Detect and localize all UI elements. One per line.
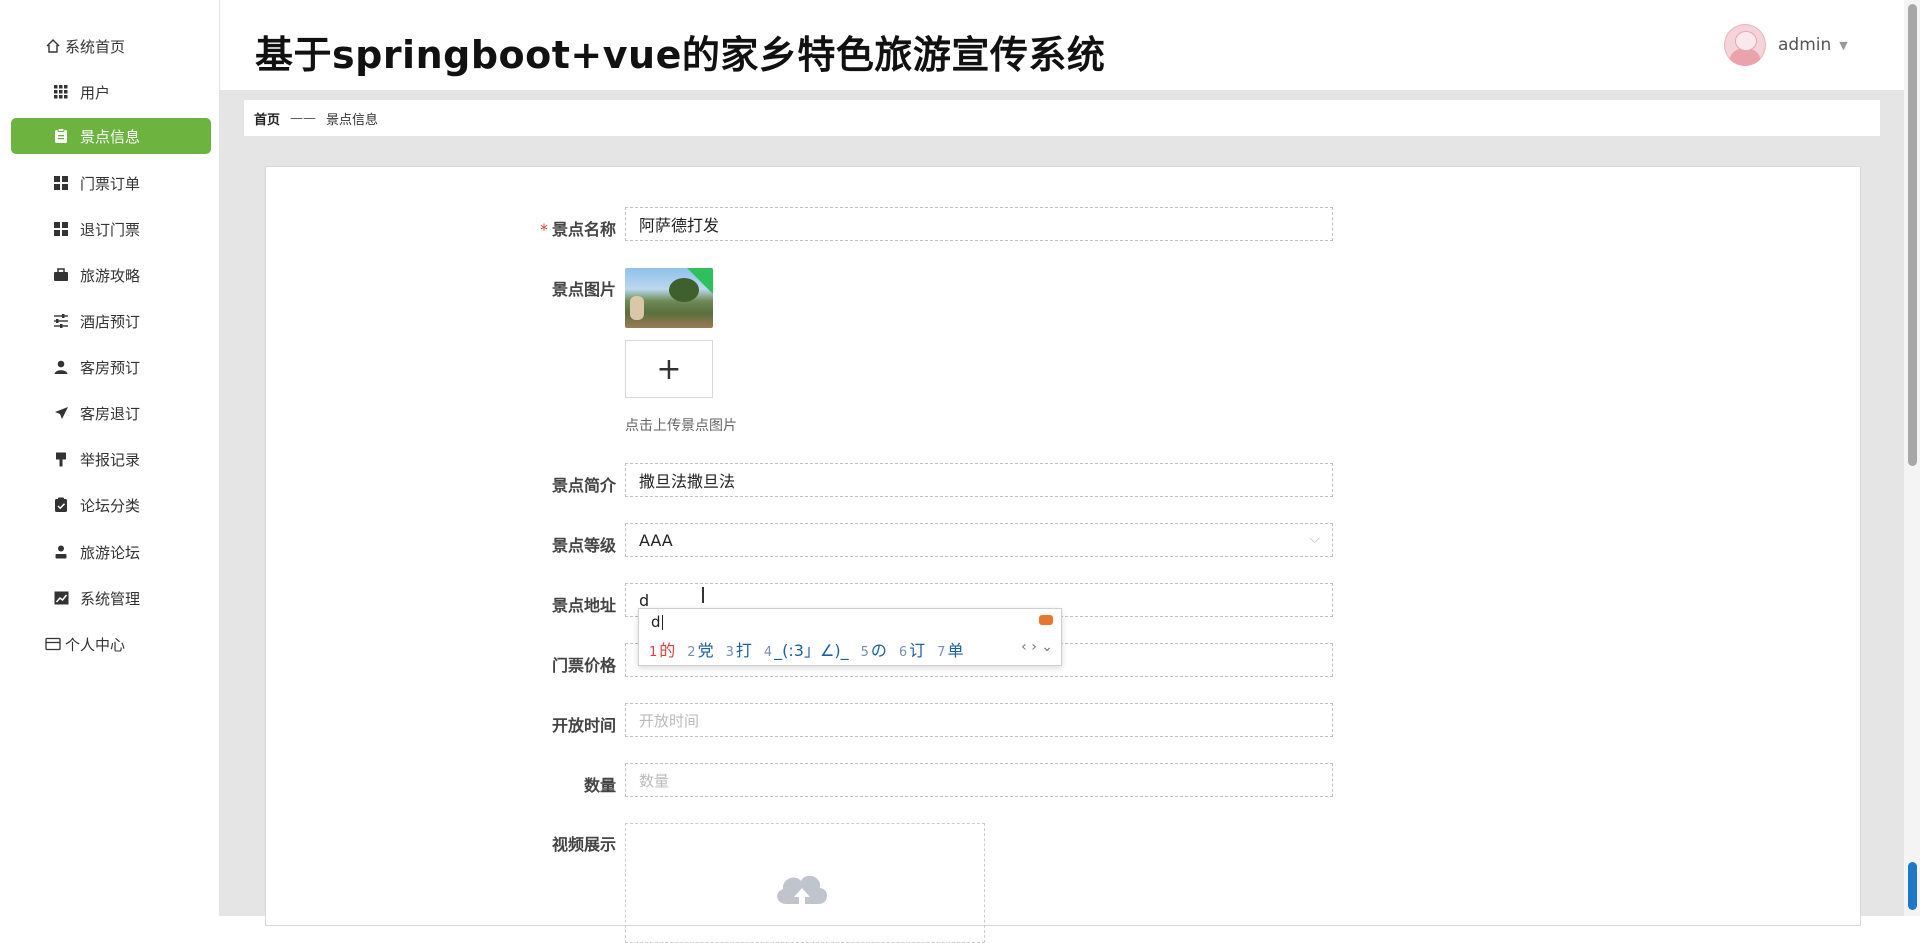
ime-candidate[interactable]: 6订	[899, 637, 925, 661]
breadcrumb-home[interactable]: 首页	[254, 109, 280, 128]
sidebar-item-label: 用户	[80, 83, 111, 102]
video-label: 视频展示	[551, 835, 616, 854]
ime-candidate[interactable]: 1的	[649, 637, 675, 661]
sidebar-item-room-refund[interactable]: 客房退订	[11, 395, 211, 431]
level-select[interactable]: AAA ⌵	[625, 523, 1333, 557]
page-scrollbar[interactable]	[1904, 0, 1920, 916]
clipboard-icon	[52, 127, 70, 145]
pin-icon	[52, 450, 70, 468]
level-label: 景点等级	[551, 536, 616, 555]
sidebar-item-label: 酒店预订	[80, 312, 141, 331]
ime-candidate[interactable]: 7单	[937, 637, 963, 661]
user-menu[interactable]: admin ▼	[1724, 22, 1848, 68]
quantity-label: 数量	[583, 776, 616, 795]
home-icon	[44, 37, 62, 55]
sidebar-item-ticket-orders[interactable]: 门票订单	[11, 165, 211, 201]
breadcrumb-separator: ——	[290, 110, 317, 126]
form-card: * 景点名称 阿萨德打发 景点图片 + 点击上传景点图片 景点简介 撒旦法撒旦法 …	[265, 166, 1861, 943]
sidebar-item-label: 系统管理	[80, 589, 141, 608]
name-input[interactable]: 阿萨德打发	[625, 207, 1333, 241]
sidebar-item-home[interactable]: 系统首页	[11, 28, 211, 64]
price-label: 门票价格	[551, 656, 616, 675]
sidebar-item-personal-center[interactable]: 个人中心	[11, 626, 211, 662]
sidebar-item-users[interactable]: 用户	[11, 74, 211, 110]
top-header: 基于springboot+vue的家乡特色旅游宣传系统 admin ▼	[220, 0, 1904, 91]
upload-hint: 点击上传景点图片	[625, 418, 737, 434]
sidebar-item-ticket-refund[interactable]: 退订门票	[11, 211, 211, 247]
sidebar-item-travel-forum[interactable]: 旅游论坛	[11, 534, 211, 570]
chevron-down-icon: ⌵	[1309, 531, 1320, 547]
address-label: 景点地址	[551, 596, 616, 615]
sidebar-item-label: 举报记录	[80, 450, 141, 469]
sidebar: 系统首页 用户 景点信息 门票订单 退订门票 旅游攻略 酒店预订 客房预订 客房…	[0, 0, 220, 916]
ime-candidate[interactable]: 2党	[687, 637, 713, 661]
sidebar-item-system-admin[interactable]: 系统管理	[11, 580, 211, 616]
caret-down-icon: ▼	[1839, 38, 1848, 52]
image-label: 景点图片	[551, 280, 616, 299]
uploaded-badge-icon	[687, 268, 713, 294]
sidebar-item-label: 客房退订	[80, 404, 141, 423]
sidebar-item-label: 客房预订	[80, 358, 141, 377]
main-area: 首页 —— 景点信息 * 景点名称 阿萨德打发 景点图片 + 点击上传景点图片 景…	[220, 91, 1904, 943]
required-mark: *	[539, 220, 548, 239]
open-time-label: 开放时间	[551, 716, 616, 735]
ime-candidate-popup: d 1的 2党 3打 4 _(:3」∠)_ 5の 6订 7单 ‹ › ⌄	[638, 608, 1062, 666]
ime-page-nav[interactable]: ‹ › ⌄	[1021, 639, 1053, 655]
sidebar-item-forum-category[interactable]: 论坛分类	[11, 487, 211, 523]
sidebar-item-room-booking[interactable]: 客房预订	[11, 349, 211, 385]
sidebar-item-label: 旅游攻略	[80, 266, 141, 285]
sidebar-item-hotel-booking[interactable]: 酒店预订	[11, 303, 211, 339]
send-icon	[52, 404, 70, 422]
ime-logo-icon	[1039, 615, 1053, 625]
ime-candidate[interactable]: 4 _(:3」∠)_	[764, 637, 849, 661]
sidebar-item-report-records[interactable]: 举报记录	[11, 441, 211, 477]
page-title: 基于springboot+vue的家乡特色旅游宣传系统	[255, 33, 1106, 77]
ime-input-text: d	[651, 613, 661, 631]
breadcrumb-current: 景点信息	[326, 112, 379, 128]
ime-candidate[interactable]: 5の	[861, 637, 887, 661]
dashboard-icon	[52, 174, 70, 192]
sidebar-item-travel-guide[interactable]: 旅游攻略	[11, 257, 211, 293]
intro-input[interactable]: 撒旦法撒旦法	[625, 463, 1333, 497]
sidebar-item-label: 门票订单	[80, 174, 141, 193]
sidebar-item-label: 景点信息	[80, 127, 141, 146]
plus-icon: +	[656, 351, 682, 387]
intro-label: 景点简介	[551, 476, 616, 495]
name-label: * 景点名称	[539, 220, 616, 239]
sidebar-item-label: 旅游论坛	[80, 543, 141, 562]
quantity-input[interactable]: 数量	[625, 763, 1333, 797]
chart-icon	[52, 589, 70, 607]
person-icon	[52, 543, 70, 561]
ime-candidate[interactable]: 3打	[726, 637, 752, 661]
level-value: AAA	[639, 530, 673, 550]
video-upload-area[interactable]	[625, 823, 985, 943]
scenic-image-thumbnail[interactable]	[625, 268, 713, 328]
scrollbar-thumb[interactable]	[1908, 4, 1917, 466]
avatar	[1724, 24, 1766, 66]
sidebar-item-label: 论坛分类	[80, 496, 141, 515]
card-icon	[44, 635, 62, 653]
sidebar-item-label: 个人中心	[65, 635, 126, 654]
scrollbar-indicator	[1908, 862, 1917, 910]
grid-icon	[52, 83, 70, 101]
cloud-upload-icon	[777, 875, 828, 908]
briefcase-icon	[52, 266, 70, 284]
clipboard-check-icon	[52, 496, 70, 514]
text-cursor-icon	[702, 587, 704, 603]
sliders-icon	[52, 312, 70, 330]
user-icon	[52, 358, 70, 376]
open-time-input[interactable]: 开放时间	[625, 703, 1333, 737]
upload-image-button[interactable]: +	[625, 340, 713, 398]
sidebar-item-label: 系统首页	[65, 37, 126, 56]
sidebar-item-scenic-info[interactable]: 景点信息	[11, 118, 211, 154]
username: admin	[1778, 35, 1832, 55]
sidebar-item-label: 退订门票	[80, 220, 141, 239]
dashboard-icon	[52, 220, 70, 238]
breadcrumb: 首页 —— 景点信息	[244, 100, 1880, 136]
ime-candidates: 1的 2党 3打 4 _(:3」∠)_ 5の 6订 7单	[649, 637, 975, 661]
